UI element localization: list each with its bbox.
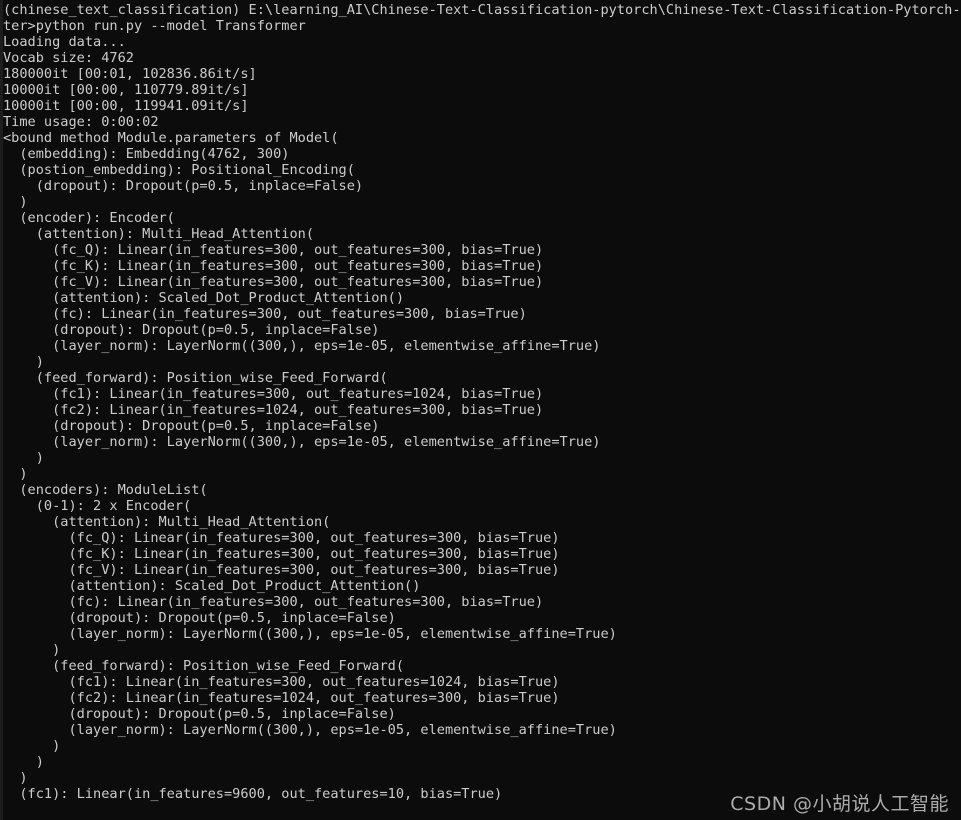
console-line: (dropout): Dropout(p=0.5, inplace=False) <box>3 706 396 722</box>
console-line: (fc2): Linear(in_features=1024, out_feat… <box>3 402 544 418</box>
console-line: (fc1): Linear(in_features=300, out_featu… <box>3 674 560 690</box>
console-line: (dropout): Dropout(p=0.5, inplace=False) <box>3 610 396 626</box>
console-line: (fc): Linear(in_features=300, out_featur… <box>3 594 544 610</box>
console-line: (attention): Scaled_Dot_Product_Attentio… <box>3 290 405 306</box>
console-line: ) <box>3 450 44 466</box>
console-line: (feed_forward): Position_wise_Feed_Forwa… <box>3 658 405 674</box>
console-line: (embedding): Embedding(4762, 300) <box>3 146 290 162</box>
console-line: (dropout): Dropout(p=0.5, inplace=False) <box>3 418 380 434</box>
terminal-window[interactable]: (chinese_text_classification) E:\learnin… <box>0 0 961 820</box>
console-line: ) <box>3 642 61 658</box>
console-line: (fc_K): Linear(in_features=300, out_feat… <box>3 546 560 562</box>
console-line: ) <box>3 770 28 786</box>
console-line: (attention): Scaled_Dot_Product_Attentio… <box>3 578 421 594</box>
console-line: 180000it [00:01, 102836.86it/s] <box>3 66 257 82</box>
console-line: (layer_norm): LayerNorm((300,), eps=1e-0… <box>3 626 617 642</box>
console-line: (layer_norm): LayerNorm((300,), eps=1e-0… <box>3 722 617 738</box>
console-line: (fc_Q): Linear(in_features=300, out_feat… <box>3 530 560 546</box>
console-line: Vocab size: 4762 <box>3 50 134 66</box>
console-line: (encoders): ModuleList( <box>3 482 208 498</box>
console-line: 10000it [00:00, 119941.09it/s] <box>3 98 249 114</box>
console-line: ) <box>3 738 61 754</box>
console-line: 10000it [00:00, 110779.89it/s] <box>3 82 249 98</box>
console-line: (chinese_text_classification) E:\learnin… <box>3 2 961 18</box>
console-line: (feed_forward): Position_wise_Feed_Forwa… <box>3 370 388 386</box>
console-line: (postion_embedding): Positional_Encoding… <box>3 162 355 178</box>
console-line: (dropout): Dropout(p=0.5, inplace=False) <box>3 178 364 194</box>
console-line: (fc_V): Linear(in_features=300, out_feat… <box>3 274 544 290</box>
console-line: (attention): Multi_Head_Attention( <box>3 226 314 242</box>
console-line: ) <box>3 466 28 482</box>
console-line: (layer_norm): LayerNorm((300,), eps=1e-0… <box>3 338 601 354</box>
console-line: (fc_Q): Linear(in_features=300, out_feat… <box>3 242 544 258</box>
console-line: (fc1): Linear(in_features=300, out_featu… <box>3 386 544 402</box>
console-line: (fc2): Linear(in_features=1024, out_feat… <box>3 690 560 706</box>
console-line: Loading data... <box>3 34 126 50</box>
console-line: (layer_norm): LayerNorm((300,), eps=1e-0… <box>3 434 601 450</box>
csdn-watermark: CSDN @小胡说人工智能 <box>730 793 949 815</box>
console-line: <bound method Module.parameters of Model… <box>3 130 339 146</box>
console-line: ) <box>3 194 28 210</box>
console-line: (encoder): Encoder( <box>3 210 175 226</box>
console-line: (fc): Linear(in_features=300, out_featur… <box>3 306 527 322</box>
console-line: (fc_K): Linear(in_features=300, out_feat… <box>3 258 544 274</box>
console-line: Time usage: 0:00:02 <box>3 114 159 130</box>
console-line: (dropout): Dropout(p=0.5, inplace=False) <box>3 322 380 338</box>
console-line: ) <box>3 754 44 770</box>
console-line: (0-1): 2 x Encoder( <box>3 498 192 514</box>
console-line: (attention): Multi_Head_Attention( <box>3 514 331 530</box>
console-output[interactable]: (chinese_text_classification) E:\learnin… <box>3 2 961 802</box>
console-line: ter>python run.py --model Transformer <box>3 18 306 34</box>
console-line: ) <box>3 354 44 370</box>
console-line: (fc_V): Linear(in_features=300, out_feat… <box>3 562 560 578</box>
